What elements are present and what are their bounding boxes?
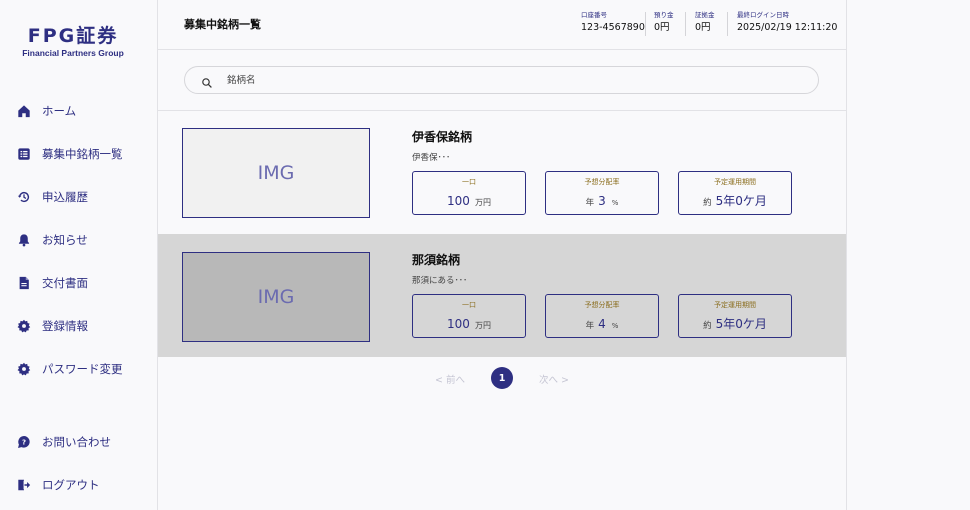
chat-help-icon: ?	[17, 435, 31, 449]
unit-price-card: 一口 100 万円	[412, 171, 526, 215]
prev-page-link[interactable]: < 前へ	[435, 372, 465, 386]
current-page-button[interactable]: 1	[491, 367, 513, 389]
unit-price-value: 100	[447, 317, 470, 331]
account-number: 口座番号 123-4567890	[581, 11, 645, 33]
sidebar-item-contact[interactable]: ? お問い合わせ	[17, 432, 111, 452]
sidebar-item-home[interactable]: ホーム	[17, 101, 76, 121]
expected-yield-card: 予想分配率 年 3%	[545, 171, 659, 215]
sidebar-item-documents[interactable]: 交付書面	[17, 273, 88, 293]
sidebar-item-notices[interactable]: お知らせ	[17, 230, 88, 250]
investment-term-value: 5年0ケ月	[715, 194, 767, 208]
search-bar[interactable]	[184, 66, 819, 94]
svg-text:?: ?	[22, 439, 26, 447]
sidebar-item-label: ログアウト	[42, 478, 100, 492]
sidebar-item-label: ホーム	[42, 104, 77, 118]
brand-tagline: Financial Partners Group	[22, 48, 124, 58]
document-icon	[17, 276, 31, 290]
gear-icon	[17, 362, 31, 376]
fund-description: 伊香保･･･	[412, 153, 451, 163]
pagination: < 前へ 1 次へ >	[158, 357, 846, 397]
deposit-balance: 預り金 0円	[654, 11, 674, 33]
expected-yield-value: 3	[598, 194, 606, 208]
fund-list-item[interactable]: IMG 那須銘柄 那須にある･･･ 一口 100 万円 予想分配率 年 4% 予定…	[158, 234, 846, 357]
unit-price-card: 一口 100 万円	[412, 294, 526, 338]
last-login: 最終ログイン日時 2025/02/19 12:11:20	[737, 11, 838, 33]
brand-name: FPG証券	[27, 25, 119, 47]
sidebar-item-label: 登録情報	[42, 319, 88, 333]
investment-term-value: 5年0ケ月	[715, 317, 767, 331]
sidebar-item-label: お知らせ	[42, 233, 88, 247]
sidebar-item-label: パスワード変更	[42, 362, 123, 376]
margin-balance: 証拠金 0円	[695, 11, 715, 33]
fund-list-item[interactable]: IMG 伊香保銘柄 伊香保･･･ 一口 100 万円 予想分配率 年 3% 予定運…	[158, 111, 846, 234]
sidebar: FPG証券 Financial Partners Group ホーム 募集中銘柄…	[0, 0, 158, 510]
sidebar-item-label: 申込履歴	[42, 190, 88, 204]
divider	[645, 12, 646, 36]
investment-term-card: 予定運用期間 約 5年0ケ月	[678, 294, 792, 338]
unit-price-value: 100	[447, 194, 470, 208]
divider	[685, 12, 686, 36]
sidebar-item-history[interactable]: 申込履歴	[17, 187, 88, 207]
content-right-border	[846, 0, 847, 510]
fund-image-placeholder: IMG	[182, 252, 370, 342]
page-title: 募集中銘柄一覧	[184, 18, 261, 31]
gear-icon	[17, 319, 31, 333]
search-icon	[201, 74, 213, 88]
divider	[727, 12, 728, 36]
next-page-link[interactable]: 次へ >	[539, 372, 569, 386]
top-header: 募集中銘柄一覧 口座番号 123-4567890 預り金 0円 証拠金 0円 最…	[158, 0, 846, 50]
search-section	[158, 50, 846, 111]
brand-logo[interactable]: FPG証券 Financial Partners Group	[0, 26, 146, 58]
sidebar-item-logout[interactable]: ログアウト	[17, 475, 100, 495]
sidebar-item-label: お問い合わせ	[42, 435, 111, 449]
history-icon	[17, 190, 31, 204]
fund-name: 那須銘柄	[412, 253, 461, 267]
bell-icon	[17, 233, 31, 247]
fund-description: 那須にある･･･	[412, 276, 468, 286]
sidebar-item-label: 交付書面	[42, 276, 88, 290]
sidebar-item-password[interactable]: パスワード変更	[17, 359, 123, 379]
sidebar-item-registration[interactable]: 登録情報	[17, 316, 88, 336]
expected-yield-card: 予想分配率 年 4%	[545, 294, 659, 338]
logout-icon	[17, 478, 31, 492]
sidebar-item-offerings[interactable]: 募集中銘柄一覧	[17, 144, 123, 164]
fund-name: 伊香保銘柄	[412, 130, 473, 144]
expected-yield-value: 4	[598, 317, 606, 331]
fund-image-placeholder: IMG	[182, 128, 370, 218]
search-input[interactable]	[227, 71, 787, 89]
sidebar-item-label: 募集中銘柄一覧	[42, 147, 123, 161]
investment-term-card: 予定運用期間 約 5年0ケ月	[678, 171, 792, 215]
list-icon	[17, 147, 31, 161]
home-icon	[17, 104, 31, 118]
